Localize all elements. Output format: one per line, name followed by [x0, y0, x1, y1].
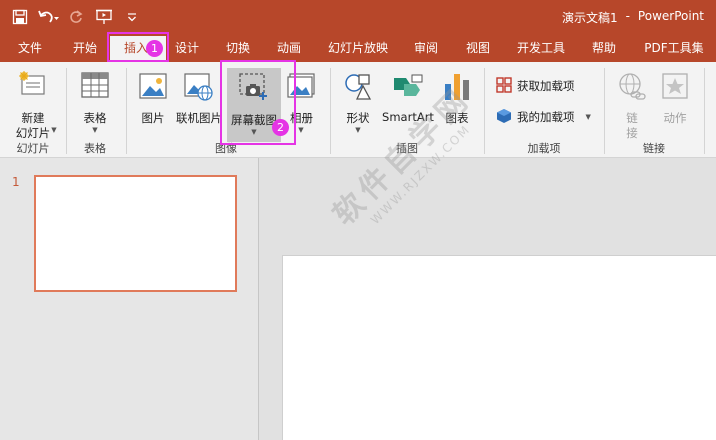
picture-label: 图片: [141, 111, 165, 125]
chart-icon: [443, 72, 471, 106]
online-picture-label: 联机图片: [176, 111, 222, 125]
group-label-links: 链接: [643, 142, 665, 155]
app-name: PowerPoint: [637, 9, 704, 23]
group-divider: [484, 68, 485, 154]
link-label-line1: 链: [626, 111, 638, 125]
slide-thumbnail-1[interactable]: [34, 175, 237, 292]
chart-button[interactable]: 图表: [438, 68, 476, 138]
action-button[interactable]: 动作: [654, 68, 696, 138]
group-divider: [330, 68, 331, 154]
quick-access-toolbar: [8, 6, 144, 28]
smartart-button[interactable]: SmartArt: [380, 68, 436, 138]
title-separator: -: [625, 9, 630, 23]
online-picture-button[interactable]: 联机图片: [174, 68, 224, 138]
new-slide-icon: [18, 70, 48, 104]
step-badge-2: 2: [272, 119, 289, 136]
step-badge-1: 1: [146, 40, 163, 57]
group-label-addins: 加载项: [527, 142, 561, 155]
table-icon: [81, 72, 109, 102]
link-button[interactable]: 链 接: [612, 68, 652, 140]
slideshow-from-start-icon[interactable]: [92, 6, 116, 28]
slide-number: 1: [12, 175, 20, 189]
customize-toolbar-icon[interactable]: [120, 6, 144, 28]
group-divider: [126, 68, 127, 154]
tab-transitions[interactable]: 切换: [216, 34, 260, 62]
globe-link-icon: [617, 72, 647, 106]
ribbon: 新建 幻灯片 ▼ 幻灯片 表格 ▼ 表格 图片 联机图片 屏幕截图 ▼ 相册 ▼…: [0, 62, 716, 158]
group-label-tables: 表格: [84, 142, 106, 155]
window-title: 演示文稿1 - PowerPoint: [562, 9, 704, 26]
tab-review[interactable]: 审阅: [404, 34, 448, 62]
table-button[interactable]: 表格 ▼: [72, 68, 118, 138]
tab-design[interactable]: 设计: [168, 34, 206, 62]
tab-home[interactable]: 开始: [62, 34, 108, 62]
redo-icon[interactable]: [64, 6, 88, 28]
store-icon: [496, 76, 512, 96]
save-icon[interactable]: [8, 6, 32, 28]
tab-slideshow[interactable]: 幻灯片放映: [320, 34, 396, 62]
title-bar: 演示文稿1 - PowerPoint: [0, 0, 716, 34]
tab-view[interactable]: 视图: [456, 34, 500, 62]
my-addins-label: 我的加载项: [517, 110, 575, 124]
get-addins-label: 获取加载项: [517, 79, 575, 93]
chevron-down-icon: ▼: [51, 126, 57, 134]
tab-animations[interactable]: 动画: [266, 34, 312, 62]
shapes-icon: [343, 72, 373, 106]
chevron-down-icon: ▼: [585, 113, 591, 121]
chevron-down-icon: ▼: [298, 126, 304, 134]
powerpoint-window: 演示文稿1 - PowerPoint 文件 开始 插入 设计 切换 动画 幻灯片…: [0, 0, 716, 440]
group-divider: [66, 68, 67, 154]
link-label-line2: 接: [626, 126, 638, 140]
group-label-illustrations: 插图: [396, 142, 418, 155]
online-picture-icon: [183, 72, 215, 106]
action-label: 动作: [663, 111, 687, 125]
tab-pdf-tools[interactable]: PDF工具集: [636, 34, 712, 62]
chart-label: 图表: [445, 111, 469, 125]
get-addins-button[interactable]: 获取加载项: [496, 76, 575, 96]
slide-canvas[interactable]: [282, 255, 716, 440]
smartart-icon: [392, 72, 424, 106]
addin-cube-icon: [496, 108, 512, 127]
shapes-button[interactable]: 形状 ▼: [338, 68, 378, 138]
new-slide-label-line1: 新建: [21, 111, 45, 125]
undo-icon[interactable]: [36, 6, 60, 28]
new-slide-button[interactable]: 新建 幻灯片 ▼: [6, 68, 60, 140]
shapes-label: 形状: [346, 111, 370, 125]
picture-button[interactable]: 图片: [132, 68, 174, 138]
tab-developer[interactable]: 开发工具: [510, 34, 572, 62]
star-action-icon: [661, 72, 689, 106]
my-addins-button[interactable]: 我的加载项 ▼: [496, 107, 591, 127]
tab-help[interactable]: 帮助: [582, 34, 626, 62]
group-label-slides: 幻灯片: [16, 142, 50, 155]
chevron-down-icon: ▼: [355, 126, 361, 134]
group-divider: [704, 68, 705, 154]
tab-file[interactable]: 文件: [8, 34, 52, 62]
table-label: 表格: [83, 111, 107, 125]
chevron-down-icon: ▼: [92, 126, 98, 134]
smartart-label: SmartArt: [382, 110, 434, 124]
picture-icon: [138, 72, 168, 106]
document-name: 演示文稿1: [561, 11, 618, 25]
group-divider: [604, 68, 605, 154]
